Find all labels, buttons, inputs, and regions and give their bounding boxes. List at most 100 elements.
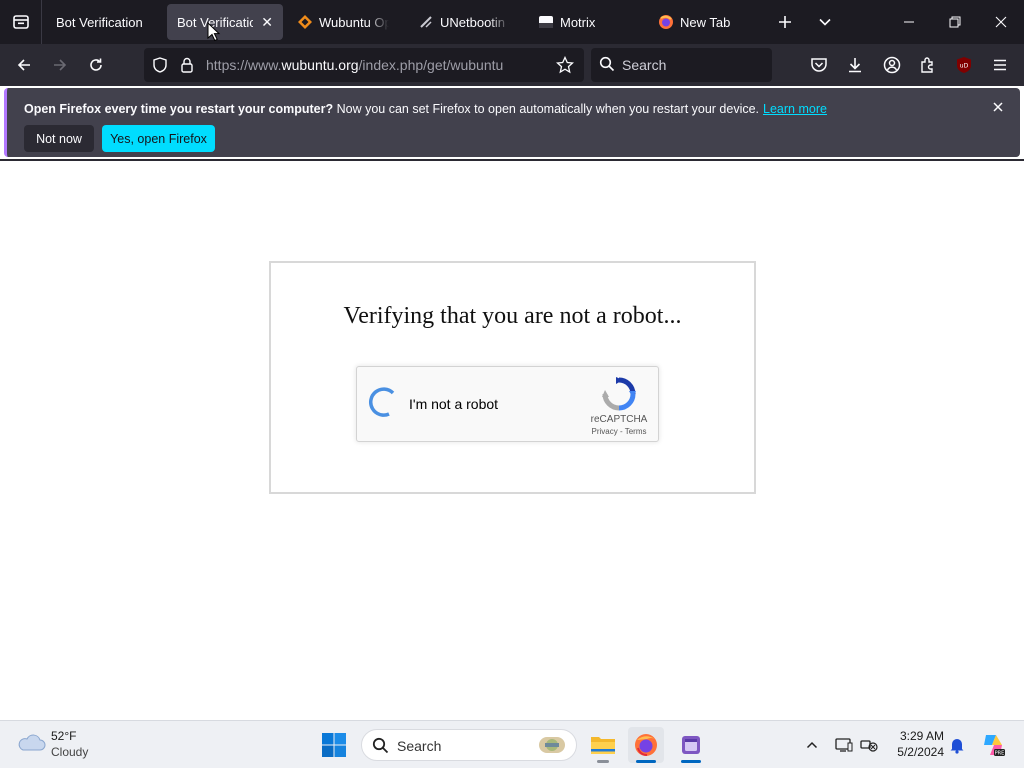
download-icon [849, 58, 861, 73]
recaptcha-widget: I'm not a robot reCAPTCHA Privacy - Term… [356, 366, 659, 442]
tab-title: Motrix [560, 14, 596, 30]
restore-button[interactable] [932, 0, 978, 44]
notification-title: Open Firefox every time you restart your… [24, 102, 334, 116]
learn-more-link[interactable]: Learn more [763, 102, 827, 116]
notification-bell-button[interactable] [945, 733, 969, 757]
svg-text:uD: uD [960, 63, 969, 70]
hamburger-menu-icon [994, 59, 1006, 71]
ublock-origin-button[interactable]: uD [949, 50, 979, 80]
content-divider [0, 159, 1024, 161]
tab-bot-verification-active[interactable]: Bot Verification ✕ [167, 4, 283, 40]
taskbar-search-box[interactable]: Search [361, 729, 577, 761]
page-heading: Verifying that you are not a robot... [343, 303, 682, 329]
pocket-icon [811, 58, 827, 72]
firefox-view-icon [12, 15, 29, 29]
yes-open-firefox-button[interactable]: Yes, open Firefox [102, 125, 215, 152]
wubuntu-diamond-icon [297, 14, 313, 30]
tab-strip: Bot Verification Bot Verification ✕ Wubu… [0, 0, 1024, 44]
running-indicator [597, 760, 609, 763]
url-text[interactable]: https://www.wubuntu.org/index.php/get/wu… [206, 57, 526, 73]
active-indicator [681, 760, 701, 763]
taskbar-firefox[interactable] [628, 727, 664, 763]
tab-wubuntu[interactable]: Wubuntu Ope [287, 4, 399, 40]
close-icon [995, 16, 1007, 28]
clock-date: 5/2/2024 [897, 745, 944, 759]
notification-text: Now you can set Firefox to open automati… [333, 102, 760, 116]
minimize-button[interactable] [886, 0, 932, 44]
lock-icon[interactable] [179, 56, 195, 79]
ublock-origin-icon: uD [957, 57, 971, 73]
address-bar[interactable]: https://www.wubuntu.org/index.php/get/wu… [144, 48, 584, 82]
new-tab-button[interactable] [771, 8, 799, 36]
url-host: wubuntu.org [281, 57, 359, 73]
cloud-icon [18, 734, 46, 751]
copilot-icon: PRE [984, 735, 1005, 757]
chevron-up-icon [806, 741, 818, 749]
tab-title: Wubuntu Ope [319, 14, 389, 30]
tray-display-icon[interactable] [832, 733, 856, 757]
pocket-button[interactable] [804, 50, 834, 80]
back-button[interactable] [9, 50, 39, 80]
tab-title: UNetbootin - I [440, 14, 510, 30]
close-tab-icon[interactable]: ✕ [261, 14, 273, 31]
taskbar-search-placeholder: Search [397, 738, 442, 754]
notification-message: Open Firefox every time you restart your… [24, 102, 827, 116]
taskbar-app-purple[interactable] [673, 727, 709, 763]
search-icon [372, 737, 389, 759]
navigation-toolbar: https://www.wubuntu.org/index.php/get/wu… [0, 44, 1024, 86]
extensions-button[interactable] [913, 50, 943, 80]
bookmark-star-icon[interactable] [555, 55, 575, 79]
search-icon [599, 56, 615, 77]
reload-button[interactable] [81, 50, 111, 80]
close-icon [993, 102, 1003, 112]
tab-title: Bot Verification [56, 14, 143, 30]
windows-start-icon[interactable] [320, 731, 348, 759]
close-notification-button[interactable] [990, 99, 1006, 115]
recaptcha-privacy-terms-links[interactable]: Privacy - Terms [585, 427, 653, 436]
close-window-button[interactable] [978, 0, 1024, 44]
url-path: /index.php/get/wubuntu [358, 57, 504, 73]
recaptcha-label: I'm not a robot [409, 396, 499, 412]
tray-network-icon[interactable] [857, 733, 881, 757]
recaptcha-loading-spinner[interactable] [365, 387, 397, 419]
plus-icon [779, 16, 791, 28]
search-bar[interactable]: Search [591, 48, 772, 82]
folder-icon [591, 737, 615, 754]
tracking-protection-shield-icon[interactable] [152, 57, 168, 78]
tab-bot-verification-1[interactable]: Bot Verification [46, 4, 164, 40]
tab-unetbootin[interactable]: UNetbootin - I [408, 4, 520, 40]
downloads-button[interactable] [840, 50, 870, 80]
firefox-view-button[interactable] [0, 0, 42, 44]
search-placeholder: Search [622, 57, 667, 73]
arrow-left-icon [17, 59, 30, 71]
search-highlight-icon [538, 734, 566, 761]
account-icon [883, 56, 901, 74]
url-prefix: https://www. [206, 57, 282, 73]
network-disconnected-icon [860, 740, 878, 752]
mouse-cursor-icon [207, 22, 221, 42]
chevron-down-icon [819, 18, 831, 26]
default-browser-notification: Open Firefox every time you restart your… [4, 88, 1020, 157]
windows-taskbar: 52°F Cloudy Search 3:29 AM 5/2/2024 PRE [0, 720, 1024, 768]
not-now-button[interactable]: Not now [24, 125, 94, 152]
list-all-tabs-button[interactable] [811, 8, 839, 36]
firefox-icon [635, 734, 657, 756]
svg-text:PRE: PRE [995, 751, 1005, 757]
forward-button[interactable] [45, 50, 75, 80]
monitor-icon [835, 738, 853, 752]
restore-icon [949, 16, 961, 28]
tab-title: New Tab [680, 14, 731, 30]
app-window-icon [682, 736, 700, 754]
clock-time: 3:29 AM [899, 729, 944, 743]
tab-new-tab[interactable]: New Tab [648, 4, 760, 40]
menu-button[interactable] [985, 50, 1015, 80]
arrow-right-icon [54, 59, 67, 71]
copilot-button[interactable]: PRE [980, 732, 1006, 758]
show-hidden-icons-button[interactable] [800, 733, 824, 757]
tab-motrix[interactable]: Motrix [528, 4, 640, 40]
taskbar-file-explorer[interactable] [585, 727, 621, 763]
firefox-icon [658, 14, 674, 30]
bell-icon [950, 739, 964, 754]
minimize-icon [904, 21, 914, 23]
account-button[interactable] [877, 50, 907, 80]
